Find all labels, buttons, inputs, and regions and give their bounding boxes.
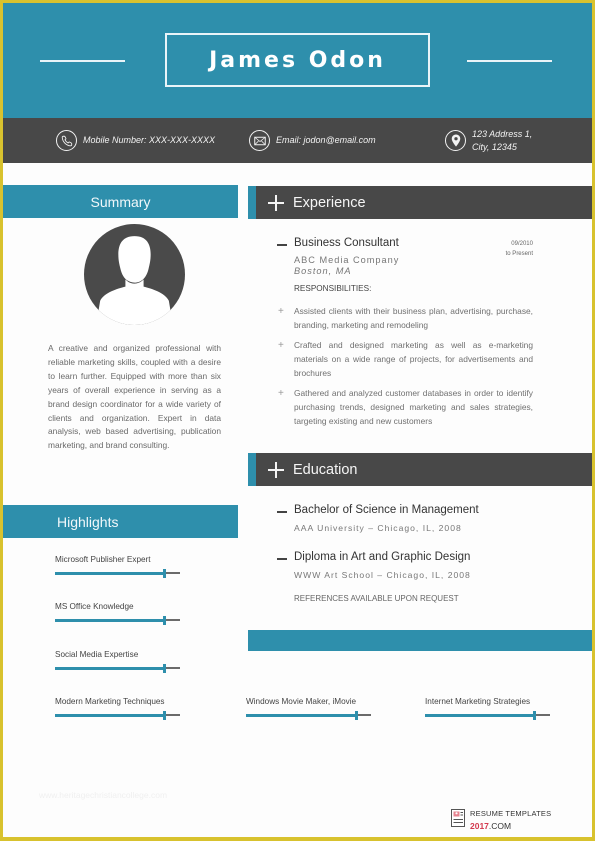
- skill-bar-fill: [55, 713, 164, 717]
- skill-bar-marker: [533, 710, 536, 720]
- name-box: James Odon: [165, 33, 430, 87]
- skill-bar: [55, 710, 180, 720]
- job-dates: 09/2010 to Present: [473, 239, 533, 259]
- skill-item: Internet Marketing Strategies: [425, 697, 550, 720]
- phone-text: Mobile Number: XXX-XXX-XXXX: [83, 135, 216, 145]
- job-date-start: 09/2010: [511, 241, 533, 247]
- degree-title: Bachelor of Science in Management: [294, 504, 479, 516]
- skill-item: MS Office Knowledge: [55, 602, 180, 625]
- logo-suffix: .COM: [488, 821, 512, 831]
- address-line-1: 123 Address 1,: [472, 128, 533, 139]
- skill-bar-fill: [55, 571, 164, 575]
- skill-item: Microsoft Publisher Expert: [55, 555, 180, 578]
- dash-icon: [277, 511, 287, 513]
- brand-logo: RESUME TEMPLATES 2017.COM: [451, 808, 551, 832]
- plus-bullet-icon: +: [278, 388, 284, 399]
- highlights-heading: Highlights: [57, 513, 119, 530]
- location-pin-icon: [445, 130, 466, 151]
- skill-item: Modern Marketing Techniques: [55, 697, 180, 720]
- degree-title: Diploma in Art and Graphic Design: [294, 551, 471, 563]
- responsibilities-label: RESPONSIBILITIES:: [294, 284, 372, 293]
- summary-heading: Summary: [90, 193, 151, 210]
- skill-bar: [55, 663, 180, 673]
- responsibility-text: Assisted clients with their business pla…: [294, 306, 533, 330]
- plus-bullet-icon: +: [278, 340, 284, 351]
- degree-school: AAA University – Chicago, IL, 2008: [294, 523, 462, 533]
- envelope-icon: [249, 130, 270, 151]
- user-avatar-icon: [84, 224, 185, 325]
- education-heading-bar: Education: [248, 453, 592, 486]
- logo-title: RESUME TEMPLATES: [470, 809, 552, 818]
- dash-icon: [277, 244, 287, 246]
- skill-bar: [425, 710, 550, 720]
- degree-school: WWW Art School – Chicago, IL, 2008: [294, 570, 471, 580]
- experience-heading: Experience: [293, 194, 366, 211]
- skill-bar-marker: [163, 568, 166, 578]
- skill-bar-marker: [163, 615, 166, 625]
- job-company: ABC Media Company: [294, 255, 400, 265]
- skill-bar: [55, 615, 180, 625]
- watermark-url: www.heritagechristiancollege.com: [39, 790, 168, 800]
- responsibility-text: Crafted and designed marketing as well a…: [294, 340, 533, 378]
- skill-label: Windows Movie Maker, iMovie: [246, 697, 357, 706]
- skill-bar-fill: [55, 618, 164, 622]
- summary-text: A creative and organized professional wi…: [48, 343, 221, 451]
- email-text: Email: jodon@email.com: [276, 135, 376, 145]
- candidate-name: James Odon: [209, 47, 386, 73]
- logo-year: 2017: [470, 821, 489, 831]
- summary-heading-bar: Summary: [3, 185, 238, 218]
- experience-heading-bar: Experience: [248, 186, 592, 219]
- skill-bar-marker: [355, 710, 358, 720]
- accent-strip: [248, 630, 592, 651]
- plus-icon: [268, 461, 284, 478]
- skill-bar-marker: [163, 710, 166, 720]
- contact-phone: Mobile Number: XXX-XXX-XXXX: [56, 118, 215, 163]
- education-heading: Education: [293, 461, 358, 478]
- header-divider-right: [467, 60, 552, 62]
- skill-bar-fill: [425, 713, 534, 717]
- skill-label: Modern Marketing Techniques: [55, 697, 165, 706]
- skill-bar-marker: [163, 663, 166, 673]
- skill-label: Internet Marketing Strategies: [425, 697, 531, 706]
- job-date-end: to Present: [505, 251, 533, 257]
- phone-icon: [56, 130, 77, 151]
- dash-icon: [277, 558, 287, 560]
- address-line-2: City, 12345: [472, 141, 517, 152]
- skill-bar-fill: [246, 713, 356, 717]
- skill-item: Social Media Expertise: [55, 650, 180, 673]
- job-title: Business Consultant: [294, 237, 399, 249]
- plus-bullet-icon: +: [278, 306, 284, 317]
- header-band: James Odon: [3, 3, 592, 118]
- contact-address: 123 Address 1, City, 12345: [445, 118, 532, 163]
- skill-item: Windows Movie Maker, iMovie: [246, 697, 371, 720]
- contact-bar: Mobile Number: XXX-XXX-XXXX Email: jodon…: [3, 118, 592, 163]
- skill-bar: [55, 568, 180, 578]
- job-location: Boston, MA: [294, 266, 352, 276]
- skill-label: Microsoft Publisher Expert: [55, 555, 151, 564]
- resume-page: James Odon Mobile Number: XXX-XXX-XXXX E…: [3, 3, 592, 837]
- skill-bar: [246, 710, 371, 720]
- skill-label: Social Media Expertise: [55, 650, 139, 659]
- references-note: REFERENCES AVAILABLE UPON REQUEST: [294, 594, 459, 603]
- highlights-heading-bar: Highlights: [3, 505, 238, 538]
- responsibility-text: Gathered and analyzed customer databases…: [294, 388, 533, 426]
- skill-bar-fill: [55, 666, 164, 670]
- header-divider-left: [40, 60, 125, 62]
- plus-icon: [268, 194, 284, 211]
- contact-email: Email: jodon@email.com: [249, 118, 376, 163]
- skill-label: MS Office Knowledge: [55, 602, 134, 611]
- resume-document-icon: [451, 808, 465, 832]
